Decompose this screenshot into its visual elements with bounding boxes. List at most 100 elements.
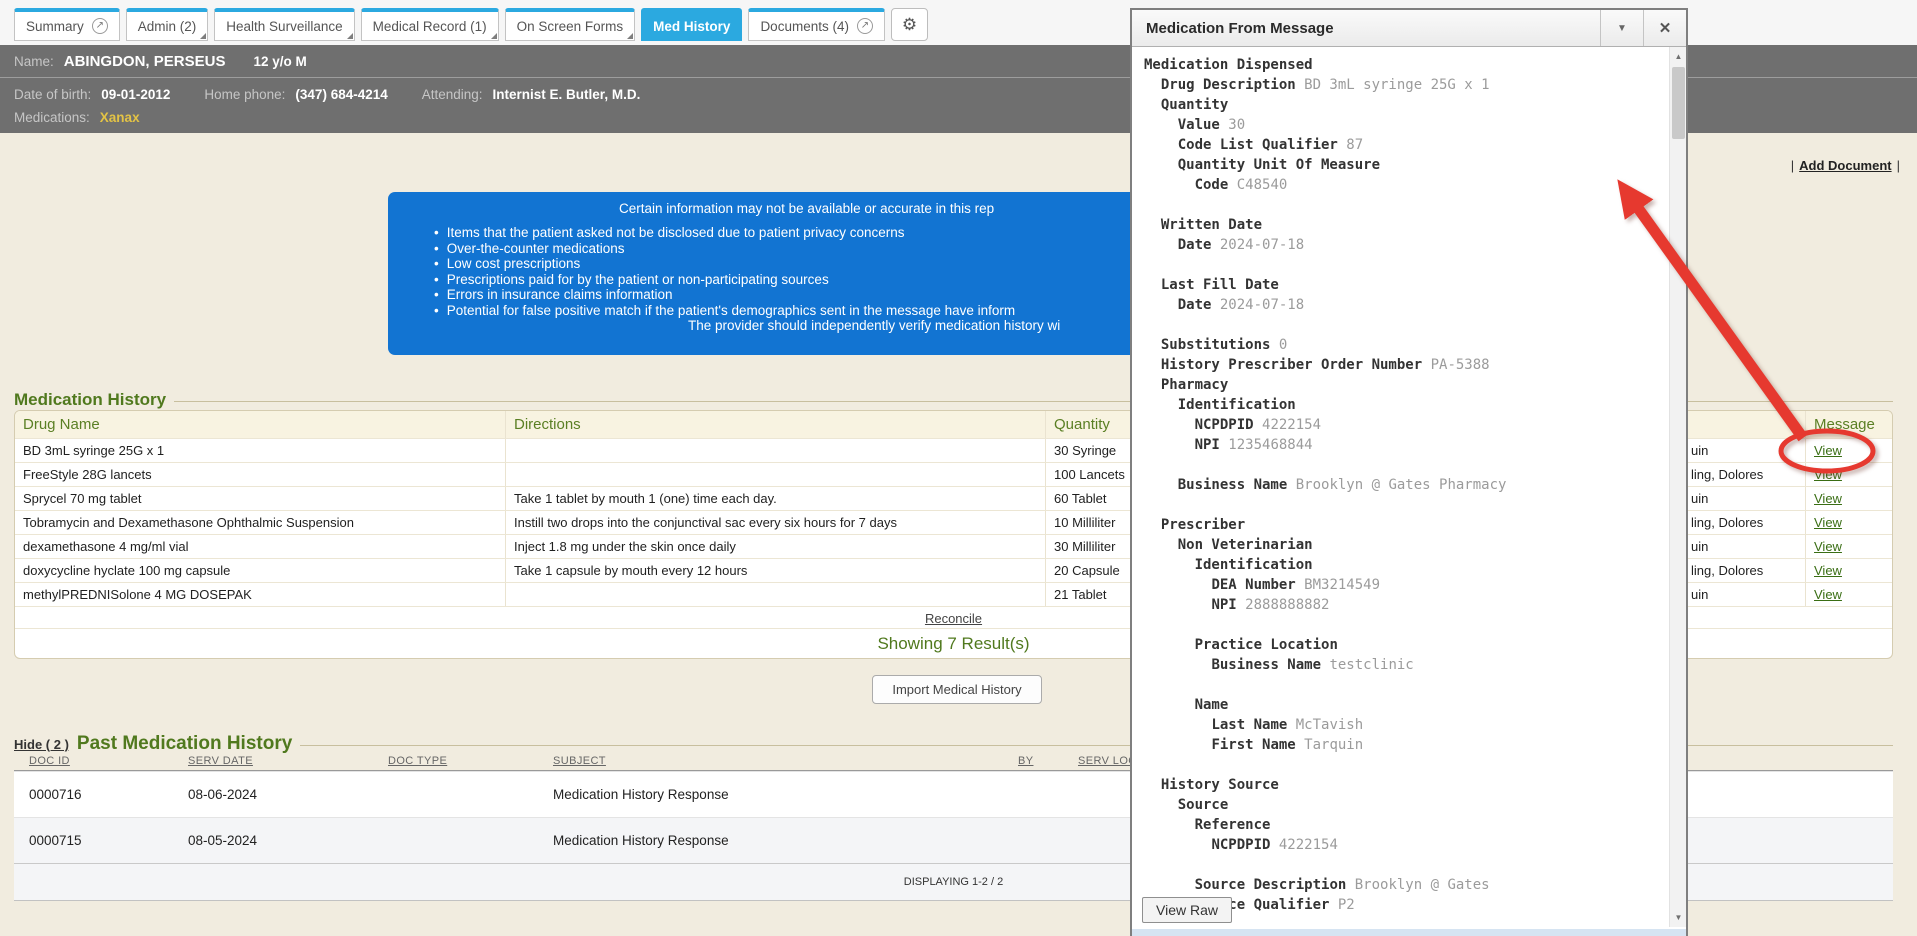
patient-name: ABINGDON, PERSEUS (64, 53, 226, 70)
drug-name-cell: Sprycel 70 mg tablet (15, 487, 506, 510)
medications-value[interactable]: Xanax (100, 110, 140, 125)
modal-bottom-strip (1132, 929, 1686, 936)
view-message-link[interactable]: View (1814, 515, 1842, 530)
medication-from-message-modal: Medication From Message ▼ ✕ Medication D… (1130, 8, 1688, 936)
modal-text: Medication Dispensed Drug Description BD… (1144, 55, 1506, 915)
medications-label: Medications: (14, 110, 90, 125)
modal-body: Medication Dispensed Drug Description BD… (1132, 47, 1686, 936)
notice-title: Certain information may not be available… (619, 201, 994, 216)
directions-cell: Instill two drops into the conjunctival … (506, 511, 1046, 534)
view-message-link[interactable]: View (1814, 563, 1842, 578)
phone-value: (347) 684-4214 (295, 87, 387, 102)
message-cell: View (1806, 463, 1892, 486)
dropdown-fold-icon (200, 33, 206, 39)
drug-name-cell: BD 3mL syringe 25G x 1 (15, 439, 506, 462)
drug-name-header: Drug Name (15, 411, 506, 438)
tab-bar: Summary ↗ Admin (2) Health Surveillance … (14, 8, 885, 41)
modal-close-button[interactable]: ✕ (1643, 10, 1686, 46)
settings-gear-button[interactable]: ⚙ (891, 8, 928, 41)
tab-med-history[interactable]: Med History (641, 8, 742, 41)
displaying-text: DISPLAYING 1-2 / 2 (904, 876, 1003, 888)
tab-admin-2[interactable]: Admin (2) (126, 8, 209, 41)
subject-cell: Medication History Response (545, 787, 1010, 802)
modal-menu-button[interactable]: ▼ (1600, 10, 1643, 46)
dob-label: Date of birth: (14, 87, 91, 102)
tab-label: Documents (4) (760, 19, 849, 34)
doc-type-header[interactable]: DOC TYPE (388, 755, 447, 767)
tab-label: Admin (2) (138, 19, 197, 34)
directions-cell: Inject 1.8 mg under the skin once daily (506, 535, 1046, 558)
drug-name-cell: FreeStyle 28G lancets (15, 463, 506, 486)
phone-label: Home phone: (204, 87, 285, 102)
message-cell: View (1806, 583, 1892, 606)
modal-header: Medication From Message ▼ ✕ (1132, 10, 1686, 47)
popout-icon[interactable]: ↗ (857, 18, 873, 34)
doc-id-cell: 0000715 (14, 833, 180, 848)
directions-cell: Take 1 capsule by mouth every 12 hours (506, 559, 1046, 582)
tab-label: On Screen Forms (517, 19, 624, 34)
tab-label: Health Surveillance (226, 19, 342, 34)
directions-cell (506, 463, 1046, 486)
doc-id-cell: 0000716 (14, 787, 180, 802)
import-medical-history-button[interactable]: Import Medical History (872, 675, 1042, 704)
reconcile-link[interactable]: Reconcile (925, 611, 982, 626)
notice-bullet: Potential for false positive match if th… (434, 303, 1015, 319)
directions-cell (506, 439, 1046, 462)
view-raw-button[interactable]: View Raw (1142, 897, 1232, 923)
message-cell: View (1806, 439, 1892, 462)
medication-history-title: Medication History (14, 390, 166, 410)
patient-age-sex: 12 y/o M (253, 54, 306, 69)
tab-health-surveillance[interactable]: Health Surveillance (214, 8, 354, 41)
tab-label: Med History (653, 19, 730, 34)
serv-date-cell: 08-05-2024 (180, 833, 380, 848)
directions-cell (506, 583, 1046, 606)
drug-name-cell: doxycycline hyclate 100 mg capsule (15, 559, 506, 582)
tab-on-screen-forms[interactable]: On Screen Forms (505, 8, 636, 41)
attending-value: Internist E. Butler, M.D. (493, 87, 641, 102)
directions-cell: Take 1 tablet by mouth 1 (one) time each… (506, 487, 1046, 510)
popout-icon[interactable]: ↗ (92, 18, 108, 34)
add-document-link[interactable]: Add Document (1799, 158, 1891, 173)
notice-bullet: Low cost prescriptions (434, 256, 1015, 272)
drug-name-cell: dexamethasone 4 mg/ml vial (15, 535, 506, 558)
notice-footer: The provider should independently verify… (688, 318, 1060, 333)
modal-title: Medication From Message (1132, 20, 1600, 37)
attending-label: Attending: (422, 87, 483, 102)
notice-bullet: Errors in insurance claims information (434, 287, 1015, 303)
message-cell: View (1806, 535, 1892, 558)
serv-date-cell: 08-06-2024 (180, 787, 380, 802)
tab-label: Medical Record (1) (373, 19, 487, 34)
tab-medical-record-1[interactable]: Medical Record (1) (361, 8, 499, 41)
modal-scrollbar[interactable]: ▲ ▼ (1669, 47, 1686, 927)
tab-label: Summary (26, 19, 84, 34)
message-cell: View (1806, 511, 1892, 534)
subject-header[interactable]: SUBJECT (553, 755, 606, 767)
doc-id-header[interactable]: DOC ID (29, 755, 70, 767)
tab-documents-4[interactable]: Documents (4) ↗ (748, 8, 885, 41)
hide-link[interactable]: Hide ( 2 ) (14, 737, 69, 752)
med-history-page: Summary ↗ Admin (2) Health Surveillance … (0, 0, 1917, 936)
view-message-link[interactable]: View (1814, 587, 1842, 602)
dob-value: 09-01-2012 (101, 87, 170, 102)
view-message-link[interactable]: View (1814, 443, 1842, 458)
name-label: Name: (14, 54, 54, 69)
notice-bullet: Over-the-counter medications (434, 241, 1015, 257)
serv-date-header[interactable]: SERV DATE (188, 755, 253, 767)
directions-header: Directions (506, 411, 1046, 438)
scrollbar-thumb[interactable] (1672, 67, 1685, 139)
drug-name-cell: Tobramycin and Dexamethasone Ophthalmic … (15, 511, 506, 534)
serv-loc-header[interactable]: SERV LOC (1078, 755, 1137, 767)
view-message-link[interactable]: View (1814, 491, 1842, 506)
view-message-link[interactable]: View (1814, 539, 1842, 554)
dropdown-fold-icon (347, 33, 353, 39)
add-document-container: |Add Document| (1786, 158, 1905, 173)
view-message-link[interactable]: View (1814, 467, 1842, 482)
message-cell: View (1806, 487, 1892, 510)
scroll-up-icon[interactable]: ▲ (1670, 48, 1686, 65)
message-cell: View (1806, 559, 1892, 582)
by-header[interactable]: BY (1018, 755, 1033, 767)
tab-summary[interactable]: Summary ↗ (14, 8, 120, 41)
scroll-down-icon[interactable]: ▼ (1670, 909, 1686, 926)
message-header: Message (1806, 411, 1892, 438)
subject-cell: Medication History Response (545, 833, 1010, 848)
